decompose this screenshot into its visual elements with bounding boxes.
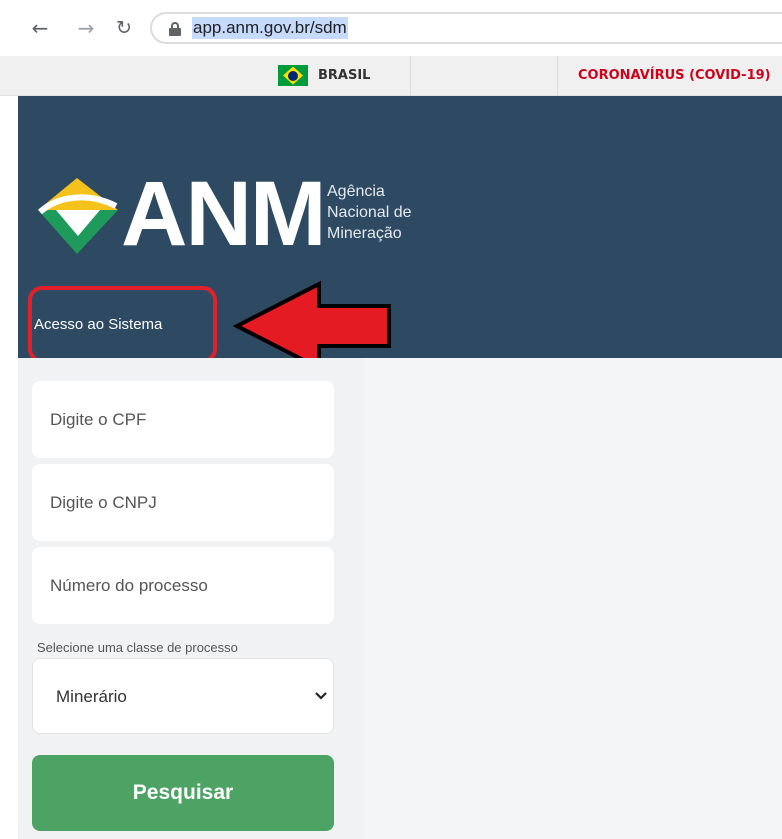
cpf-input[interactable] — [32, 381, 334, 458]
anm-logo-icon — [38, 178, 118, 254]
cnpj-field[interactable] — [32, 464, 334, 541]
logo-subtitle-line: Nacional de — [327, 204, 412, 221]
back-arrow-icon[interactable]: ← — [28, 16, 52, 40]
bar-divider — [410, 56, 411, 96]
process-class-value: Minerário — [56, 687, 127, 706]
brazil-flag-icon — [278, 65, 308, 86]
chevron-down-icon — [315, 692, 327, 700]
covid-link[interactable]: CORONAVÍRUS (COVID-19) — [578, 66, 771, 86]
reload-icon[interactable]: ↻ — [112, 16, 136, 40]
logo-subtitle-line: Agência — [327, 183, 385, 200]
address-bar[interactable]: app.anm.gov.br/sdm — [150, 12, 782, 44]
browser-toolbar: ← → ↻ app.anm.gov.br/sdm — [0, 0, 782, 56]
forward-arrow-icon[interactable]: → — [74, 16, 98, 40]
process-class-select[interactable]: Minerário — [32, 658, 334, 734]
cpf-field[interactable] — [32, 381, 334, 458]
lock-icon — [169, 22, 181, 36]
cnpj-input[interactable] — [32, 464, 334, 541]
process-class-label: Selecione uma classe de processo — [37, 640, 238, 655]
logo-subtitle-line: Mineração — [327, 225, 402, 242]
content-area: Selecione uma classe de processo Minerár… — [18, 358, 782, 839]
search-form: Selecione uma classe de processo Minerár… — [18, 358, 363, 839]
highlight-box — [28, 286, 217, 363]
gov-top-bar: BRASIL CORONAVÍRUS (COVID-19) — [0, 56, 782, 96]
bar-divider — [557, 56, 558, 96]
logo-subtitle: Agência Nacional de Mineração — [327, 181, 447, 244]
logo-text: ANM — [121, 163, 327, 265]
brasil-link[interactable]: BRASIL — [318, 66, 370, 86]
process-number-input[interactable] — [32, 547, 334, 624]
url-text[interactable]: app.anm.gov.br/sdm — [192, 17, 348, 39]
process-number-field[interactable] — [32, 547, 334, 624]
search-button[interactable]: Pesquisar — [32, 755, 334, 831]
